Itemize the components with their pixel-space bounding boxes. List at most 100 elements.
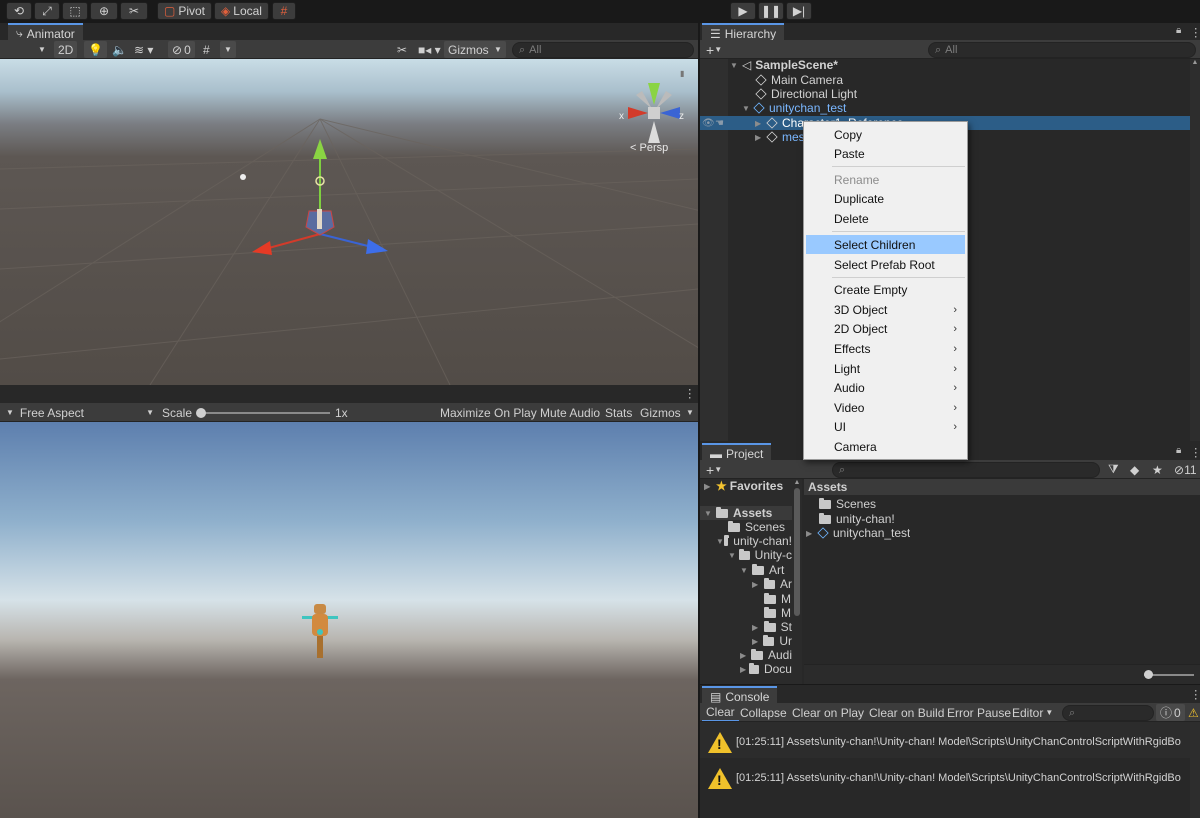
asset-unitychan-test[interactable]: ▶ unitychan_test — [806, 526, 910, 540]
console-clear-button[interactable]: Clear — [702, 704, 739, 721]
project-create-dropdown[interactable]: + ▼ — [702, 461, 726, 478]
more-options-icon[interactable]: ⋮ — [1190, 25, 1200, 39]
game-gizmos-dropdown[interactable]: ▼ — [682, 404, 698, 421]
search-by-type-button[interactable]: ⧩ — [1104, 461, 1123, 478]
favorites-button[interactable]: ★ — [1148, 461, 1167, 478]
tree-st-row[interactable]: ▶ St — [752, 620, 792, 634]
console-search-input[interactable]: ⌕ — [1062, 705, 1154, 721]
menu-item-effects[interactable]: Effects › — [806, 339, 965, 358]
error-count-toggle[interactable]: ⓘ 0 — [1156, 704, 1185, 721]
transform-tool-button[interactable]: ⊕ — [90, 2, 118, 20]
menu-item-audio[interactable]: Audio › — [806, 378, 965, 397]
gizmos-button[interactable]: Gizmos — [444, 41, 493, 58]
menu-item-duplicate[interactable]: Duplicate — [806, 189, 965, 208]
tree-ar-row[interactable]: ▶ Ar — [752, 577, 792, 591]
effects-dropdown[interactable]: ≋ ▾ — [130, 41, 157, 58]
visibility-toggle[interactable]: ⊘ 0 — [168, 41, 195, 58]
menu-item-create-empty[interactable]: Create Empty — [806, 280, 965, 299]
more-options-icon[interactable]: ⋮ — [684, 386, 696, 400]
menu-item-select-prefab-root[interactable]: Select Prefab Root — [806, 255, 965, 274]
mute-audio-toggle[interactable]: Mute Audio — [536, 404, 604, 421]
project-search-input[interactable]: ⌕ — [832, 462, 1100, 478]
tree-scenes-row[interactable]: Scenes — [728, 520, 792, 534]
lock-icon[interactable]: 🔒︎ — [1176, 25, 1181, 36]
tree-m2-row[interactable]: M — [764, 606, 792, 620]
rotate-tool-button[interactable]: ⟲ — [6, 2, 32, 20]
tree-audio-row[interactable]: ▶ Audi — [740, 648, 792, 662]
hierarchy-row-main-camera[interactable]: Main Camera — [700, 73, 1190, 87]
asset-scenes[interactable]: Scenes — [819, 497, 876, 511]
warning-count-toggle[interactable]: ⚠ — [1184, 704, 1200, 721]
console-error-pause-toggle[interactable]: Error Pause — [943, 704, 1015, 721]
favorites-row[interactable]: ▶ ★ Favorites — [704, 479, 790, 493]
tree-unity-c-row[interactable]: ▼ Unity-c — [728, 548, 792, 562]
camera-dropdown[interactable]: ■◂ ▾ — [414, 41, 445, 58]
menu-item-2d-object[interactable]: 2D Object › — [806, 319, 965, 338]
persp-label[interactable]: < Persp — [630, 142, 668, 154]
visibility-eye-icon[interactable]: 👁︎ — [702, 118, 715, 129]
2d-toggle[interactable]: 2D — [54, 41, 78, 58]
maximize-on-play-toggle[interactable]: Maximize On Play — [436, 404, 541, 421]
scale-slider-track[interactable] — [198, 412, 330, 414]
hierarchy-row-directional-light[interactable]: Directional Light — [700, 87, 1190, 101]
grid-snap-button[interactable]: # — [272, 2, 296, 20]
tree-assets-row[interactable]: ▼ Assets — [700, 506, 792, 520]
hierarchy-row-unitychan[interactable]: ▼ unitychan_test — [700, 101, 1190, 115]
grid-toggle[interactable]: # — [199, 41, 214, 58]
zoom-slider-handle[interactable] — [1144, 670, 1153, 679]
stats-toggle[interactable]: Stats — [601, 404, 636, 421]
menu-item-3d-object[interactable]: 3D Object › — [806, 300, 965, 319]
project-tree-scrollbar[interactable]: ▲ — [792, 479, 802, 684]
tree-m1-row[interactable]: M — [764, 592, 792, 606]
tree-unitychan-row[interactable]: ▼ unity-chan! — [716, 534, 792, 548]
pivot-toggle[interactable]: ▢ Pivot — [157, 2, 212, 20]
tools-button[interactable]: ✂ — [393, 41, 411, 58]
asset-unity-chan[interactable]: unity-chan! — [819, 512, 895, 526]
console-log-row[interactable]: [01:25:11] Assets\unity-chan!\Unity-chan… — [700, 722, 1200, 758]
console-clear-on-play-toggle[interactable]: Clear on Play — [788, 704, 868, 721]
tree-ur-row[interactable]: ▶ Ur — [752, 634, 792, 648]
console-collapse-toggle[interactable]: Collapse — [736, 704, 791, 721]
audio-toggle[interactable]: 🔈 — [108, 41, 131, 58]
game-gizmos-button[interactable]: Gizmos — [636, 404, 685, 421]
menu-item-rename[interactable]: Rename — [806, 170, 965, 189]
scale-tool-button[interactable]: ⤢ — [34, 2, 60, 20]
draw-mode-dropdown[interactable]: ▼ — [34, 41, 50, 58]
play-button[interactable]: ▶ — [730, 2, 756, 20]
hidden-packages-toggle[interactable]: ⊘ 11 — [1170, 461, 1200, 478]
lighting-toggle[interactable]: 💡 — [84, 41, 107, 58]
hierarchy-scene-row[interactable]: ▼ ◁ SampleScene* — [700, 58, 1190, 72]
scroll-thumb[interactable] — [794, 488, 800, 616]
tree-art-row[interactable]: ▼ Art — [740, 563, 792, 577]
console-clear-on-build-toggle[interactable]: Clear on Build — [865, 704, 948, 721]
aspect-dropdown[interactable]: ▼ Free Aspect ▼ — [2, 404, 156, 421]
scene-viewport[interactable]: x z ▮ < Persp — [0, 59, 698, 385]
menu-item-paste[interactable]: Paste — [806, 144, 965, 163]
local-toggle[interactable]: ◈ Local — [214, 2, 269, 20]
grid-dropdown[interactable]: ▼ — [220, 41, 236, 58]
menu-item-video[interactable]: Video › — [806, 398, 965, 417]
menu-item-select-children[interactable]: Select Children — [806, 235, 965, 254]
pause-button[interactable]: ❚❚ — [758, 2, 784, 20]
scene-search-input[interactable]: ⌕ All — [512, 42, 694, 58]
console-editor-dropdown[interactable]: Editor ▼ — [1008, 704, 1057, 721]
menu-item-camera[interactable]: Camera — [806, 437, 965, 456]
menu-item-copy[interactable]: Copy — [806, 125, 965, 144]
game-viewport[interactable] — [0, 422, 698, 818]
menu-item-ui[interactable]: UI › — [806, 417, 965, 436]
tree-docu-row[interactable]: ▶ Docu — [740, 662, 792, 676]
scale-slider-handle[interactable] — [196, 408, 206, 418]
lock-icon[interactable]: 🔒︎ — [1176, 445, 1181, 456]
more-options-icon[interactable]: ⋮ — [1190, 687, 1200, 701]
console-log-row[interactable]: [01:25:11] Assets\unity-chan!\Unity-chan… — [700, 758, 1200, 794]
gizmos-dropdown[interactable]: ▼ — [490, 41, 506, 58]
create-dropdown[interactable]: + ▼ — [702, 41, 726, 58]
lock-icon[interactable]: ▮ — [680, 69, 684, 78]
console-scrollbar[interactable] — [1190, 722, 1200, 818]
more-options-icon[interactable]: ⋮ — [1190, 445, 1200, 459]
search-by-label-button[interactable]: ◆ — [1126, 461, 1143, 478]
menu-item-light[interactable]: Light › — [806, 359, 965, 378]
menu-item-delete[interactable]: Delete — [806, 209, 965, 228]
hierarchy-search-input[interactable]: ⌕ All — [928, 42, 1196, 58]
custom-tool-button[interactable]: ✂ — [120, 2, 148, 20]
